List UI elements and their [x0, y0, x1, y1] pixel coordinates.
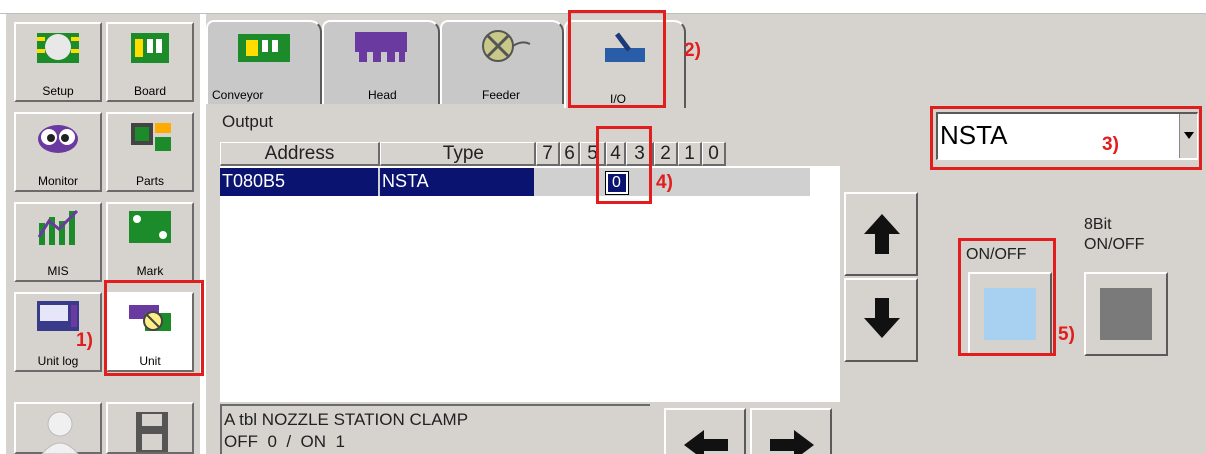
head-nozzles-icon [355, 32, 407, 62]
save-button[interactable] [106, 402, 194, 454]
sidebar-item-setup[interactable]: Setup [14, 22, 102, 102]
address-column-header: Address [220, 142, 380, 166]
parts-chip-icon [131, 123, 171, 151]
sidebar-item-label: Board [133, 84, 167, 98]
arrow-left-icon [684, 430, 728, 454]
tab-conveyor[interactable]: Conveyor [206, 20, 322, 104]
sidebar-item-mark[interactable]: Mark [106, 202, 194, 282]
description-line-1: A tbl NOZZLE STATION CLAMP [224, 410, 469, 429]
user-icon [41, 411, 79, 454]
tab-head[interactable]: Head [322, 20, 440, 104]
eight-bit-indicator [1100, 288, 1152, 340]
tab-feeder[interactable]: Feeder [440, 20, 564, 104]
sidebar-item-label: MIS [47, 264, 69, 278]
user-button[interactable] [14, 402, 102, 454]
eight-bit-label-line1: 8Bit [1084, 216, 1112, 233]
row-type: NSTA [382, 171, 429, 191]
scroll-up-button[interactable] [844, 192, 918, 276]
bit-6-header: 6 [560, 142, 580, 166]
annotation-box-1 [104, 280, 204, 376]
scroll-down-button[interactable] [844, 278, 918, 362]
sidebar-item-label: Mark [136, 264, 164, 278]
sidebar-item-label: Unit log [37, 354, 79, 368]
setup-chip-icon [37, 33, 79, 63]
monitor-eyes-icon [38, 125, 78, 153]
arrow-down-icon [864, 298, 900, 338]
eight-bit-on-off-button[interactable] [1084, 272, 1168, 356]
annotation-label-1: 1) [76, 330, 93, 351]
bit-2-header: 2 [654, 142, 678, 166]
annotation-box-5 [958, 238, 1056, 356]
board-icon [131, 33, 169, 63]
row-type-cell: NSTA [380, 168, 534, 196]
output-title: Output [222, 112, 274, 131]
bit-0-header: 0 [702, 142, 726, 166]
tab-label: Head [368, 88, 397, 102]
unit-log-icon [37, 301, 79, 331]
row-address-cell: T080B5 [220, 168, 378, 196]
annotation-box-2 [568, 10, 666, 108]
annotation-label-3: 3) [1102, 134, 1119, 155]
scroll-left-button[interactable] [664, 408, 746, 454]
table-row[interactable]: T080B5 NSTA 0 [220, 168, 810, 196]
arrow-right-icon [770, 430, 814, 454]
sidebar-item-board[interactable]: Board [106, 22, 194, 102]
save-disk-icon [136, 412, 168, 452]
annotation-label-5: 5) [1058, 324, 1075, 345]
annotation-box-3 [930, 106, 1202, 170]
annotation-label-2: 2) [684, 40, 701, 61]
sidebar-item-label: Parts [135, 174, 164, 188]
sidebar-item-label: Setup [42, 84, 74, 98]
tab-label: Feeder [482, 88, 521, 102]
conveyor-board-icon [238, 34, 290, 62]
bit-7-header: 7 [536, 142, 560, 166]
feeder-reel-icon [482, 30, 531, 62]
eight-bit-label-line2: ON/OFF [1084, 236, 1145, 253]
description-box: A tbl NOZZLE STATION CLAMP OFF 0 / ON 1 [220, 404, 650, 454]
output-table-body [220, 166, 840, 402]
sidebar-item-mis[interactable]: MIS [14, 202, 102, 282]
scroll-right-button[interactable] [750, 408, 832, 454]
bit-1-header: 1 [678, 142, 702, 166]
annotation-box-4 [596, 126, 652, 204]
mis-chart-icon [37, 209, 79, 245]
sidebar-item-parts[interactable]: Parts [106, 112, 194, 192]
sidebar-item-monitor[interactable]: Monitor [14, 112, 102, 192]
io-screen: Setup Board Monitor Parts MIS Mark Unit … [0, 0, 1206, 454]
mark-board-icon [129, 211, 171, 243]
annotation-label-4: 4) [656, 172, 673, 193]
type-column-header: Type [380, 142, 536, 166]
tab-label: Conveyor [212, 88, 264, 102]
arrow-up-icon [864, 214, 900, 254]
description-line-2: OFF 0 / ON 1 [224, 432, 345, 451]
row-address: T080B5 [222, 171, 286, 191]
sidebar-item-label: Monitor [37, 174, 78, 188]
